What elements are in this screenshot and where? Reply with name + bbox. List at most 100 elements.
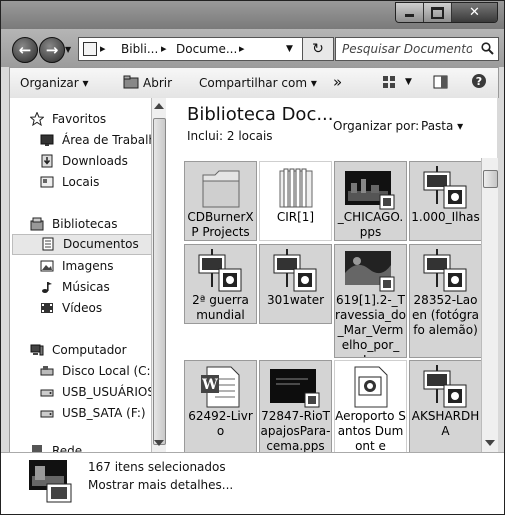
open-button[interactable]: Abrir (143, 76, 172, 90)
videos-icon (41, 303, 53, 313)
file-name: 301water (266, 293, 325, 307)
file-item[interactable]: 619[1].2-_Travessia_do_Mar_Vermelho_por_… (334, 244, 407, 358)
computer-icon (30, 344, 44, 356)
arrange-by-label: Organizar por: (333, 119, 420, 133)
maximize-icon (431, 6, 444, 19)
file-item[interactable]: AKSHARDHA (409, 360, 482, 452)
location-icon (83, 42, 97, 56)
file-item[interactable]: 72847-RioTapajosPara-cema.pps (259, 360, 332, 452)
help-icon[interactable]: ? (471, 73, 487, 89)
file-item[interactable]: 28352-Laoen (fotógrafo alemão) (409, 244, 482, 358)
sidebar-item-documents[interactable]: Documentos (12, 234, 160, 255)
file-name: 28352-Laoen (fotógrafo alemão) (411, 293, 479, 337)
share-button[interactable]: Compartilhar com ▾ (199, 76, 317, 90)
file-item[interactable]: W 62492-Livro (184, 360, 257, 452)
file-list-pane: Biblioteca Doc... Inclui: 2 locais Organ… (167, 98, 497, 452)
navigation-bar: ← → ▼ ▸ Bibli... ▸ Docume... ▸ ▼ ↻ (1, 29, 504, 67)
breadcrumb-separator-icon[interactable]: ▸ (239, 42, 245, 55)
breadcrumb-separator-icon[interactable]: ▸ (100, 42, 106, 55)
navigation-pane-scrollbar[interactable] (151, 98, 166, 452)
usb-drive-icon (40, 410, 54, 418)
file-name: AKSHARDHA (411, 409, 480, 438)
file-name: CDBurnerXP Projects (187, 210, 254, 239)
back-arrow-icon: ← (18, 40, 32, 59)
slideshow-generic-icon (198, 249, 242, 292)
arrange-by-dropdown[interactable]: Pasta ▾ (421, 119, 463, 133)
search-box[interactable] (335, 37, 499, 61)
scrollbar-thumb[interactable] (153, 118, 166, 445)
refresh-icon: ↻ (312, 41, 324, 57)
forward-arrow-icon: → (45, 40, 59, 59)
address-bar[interactable]: ▸ Bibli... ▸ Docume... ▸ ▼ (78, 37, 303, 61)
slideshow-thumbnail (345, 251, 395, 292)
recent-pages-dropdown[interactable]: ▼ (65, 45, 71, 54)
file-item[interactable]: CIR[1] (259, 161, 332, 241)
music-icon (42, 282, 52, 293)
address-history-dropdown-icon[interactable]: ▼ (286, 44, 293, 54)
details-pane: 167 itens selecionados Mostrar mais deta… (1, 452, 504, 514)
file-name: _CHICAGO.pps (337, 210, 404, 239)
view-options-dropdown-icon[interactable]: ▼ (405, 77, 412, 87)
file-item[interactable]: Aeroporto Santos Dumont e (334, 360, 407, 452)
breadcrumb-documents[interactable]: Docume... (176, 42, 237, 56)
explorer-window: ✕ ← → ▼ ▸ Bibli... ▸ Docume... ▸ ▼ ↻ Org… (0, 0, 505, 515)
folder-icon (279, 168, 313, 208)
downloads-icon (41, 154, 53, 168)
scrollbar-thumb[interactable] (483, 170, 498, 188)
file-item[interactable]: 2ª guerra mundial (184, 244, 257, 324)
close-button[interactable]: ✕ (452, 3, 497, 22)
file-name: 2ª guerra mundial (192, 293, 249, 322)
hard-drive-icon (40, 366, 54, 376)
more-commands-button[interactable]: » (333, 73, 342, 91)
command-bar: Organizar ▾ Abrir Compartilhar com ▾ » ▼… (9, 67, 499, 98)
caption-buttons: ✕ (395, 2, 498, 23)
close-icon: ✕ (469, 5, 480, 20)
open-icon (123, 75, 139, 89)
file-name: CIR[1] (276, 210, 315, 224)
file-name: 619[1].2-_Travessia_do_Mar_Vermelho_por_… (335, 293, 406, 357)
file-name: Aeroporto Santos Dumont e (335, 409, 406, 452)
breadcrumb-libraries[interactable]: Bibli... (121, 42, 158, 56)
scroll-down-icon[interactable] (154, 440, 164, 446)
svg-text:W: W (201, 377, 218, 393)
slideshow-thumbnail (270, 369, 320, 408)
file-item[interactable]: 301water (259, 244, 332, 324)
minimize-button[interactable] (396, 3, 424, 22)
slideshow-doc-icon (354, 366, 388, 408)
file-item[interactable]: _CHICAGO.pps (334, 161, 407, 241)
show-more-details-link[interactable]: Mostrar mais detalhes... (88, 478, 233, 492)
maximize-button[interactable] (424, 3, 452, 22)
minimize-icon (405, 14, 414, 17)
recent-places-icon (40, 176, 54, 188)
file-list-scrollbar[interactable] (481, 158, 498, 452)
network-icon (32, 445, 42, 452)
slideshow-generic-icon (423, 365, 467, 408)
desktop-icon (40, 134, 54, 146)
breadcrumb-separator-icon[interactable]: ▸ (161, 42, 167, 55)
file-item[interactable]: CDBurnerXP Projects (184, 161, 257, 241)
search-icon[interactable] (481, 42, 494, 55)
file-item[interactable]: 1.000_Ilhas (409, 161, 482, 241)
svg-text:?: ? (476, 75, 482, 88)
slideshow-generic-icon (273, 249, 317, 292)
selection-count: 167 itens selecionados (88, 460, 226, 474)
back-button[interactable]: ← (12, 37, 38, 63)
forward-button[interactable]: → (39, 37, 65, 63)
library-title: Biblioteca Doc... (187, 104, 334, 125)
refresh-button[interactable]: ↻ (302, 37, 334, 61)
preview-pane-icon[interactable] (433, 75, 448, 89)
usb-drive-icon (40, 389, 54, 397)
libraries-icon (30, 217, 44, 231)
library-includes[interactable]: Inclui: 2 locais (187, 129, 273, 143)
scroll-up-icon[interactable] (154, 103, 164, 109)
change-view-icon[interactable] (382, 75, 396, 89)
file-name: 1.000_Ilhas (411, 210, 480, 224)
slideshow-thumbnail (345, 171, 395, 210)
file-name: 62492-Livro (188, 409, 253, 438)
file-name: 72847-RioTapajosPara-cema.pps (260, 409, 331, 452)
search-input[interactable] (342, 40, 472, 57)
multiple-files-icon (29, 460, 72, 503)
title-bar: ✕ (1, 1, 504, 29)
organize-button[interactable]: Organizar ▾ (20, 76, 89, 90)
scroll-down-icon[interactable] (485, 440, 495, 446)
